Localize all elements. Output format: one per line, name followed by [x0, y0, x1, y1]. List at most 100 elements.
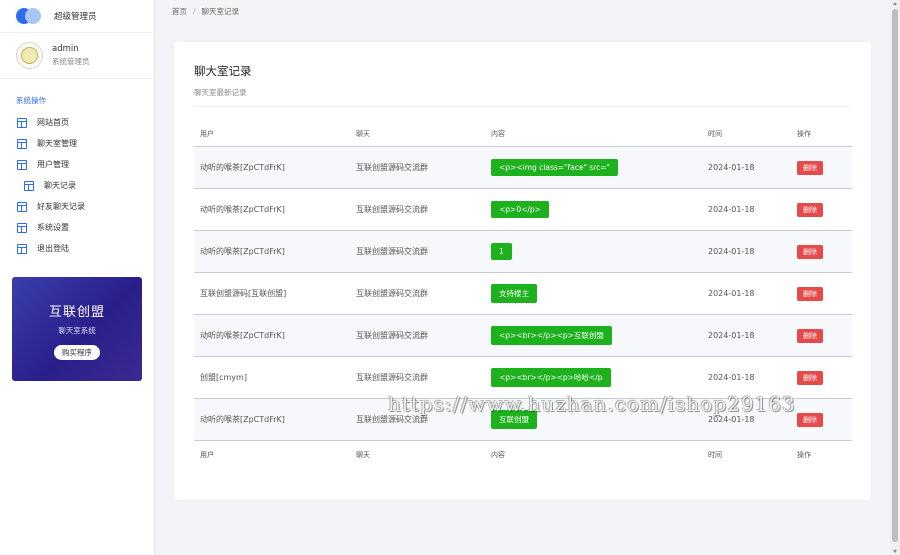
app-logo-icon [16, 8, 46, 24]
scroll-down-icon[interactable] [893, 550, 897, 553]
delete-button[interactable]: 删除 [797, 370, 823, 385]
footer-chat: 聊天 [356, 451, 370, 459]
sidebar-item[interactable]: 网站首页 [0, 112, 154, 133]
row-user-cell: 动听的喉茶[ZpCTdFrK] [200, 247, 285, 256]
footer-content: 内容 [491, 451, 505, 459]
user-profile: admin 系统管理员 [0, 33, 154, 79]
content-tag: <p><img class="face" src=" [491, 159, 618, 176]
row-user-cell: 动听的喉茶[ZpCTdFrK] [200, 415, 285, 424]
row-time-cell: 2024-01-18 [708, 247, 755, 256]
sidebar-item[interactable]: 用户管理 [0, 154, 154, 175]
content-tag: <p>0</p> [491, 201, 549, 218]
delete-button[interactable]: 删除 [797, 202, 823, 217]
user-role: 系统管理员 [52, 57, 90, 66]
page-scrollbar[interactable] [890, 0, 900, 555]
breadcrumb-current: 聊天室记录 [201, 7, 240, 16]
brand-header: 超级管理员 [0, 0, 154, 33]
row-time-cell: 2024-01-18 [708, 289, 755, 298]
row-delete-cell: 删除 [797, 286, 823, 301]
row-delete-cell: 删除 [797, 160, 823, 175]
layout-icon [17, 159, 27, 170]
buy-program-button[interactable]: 购买程序 [54, 345, 100, 360]
header-content: 内容 [491, 130, 505, 138]
delete-button[interactable]: 删除 [797, 286, 823, 301]
layout-icon [24, 180, 34, 191]
header-time: 时间 [708, 130, 722, 138]
row-chat-cell: 互联创盟源码交流群 [356, 163, 428, 172]
sidebar-item[interactable]: 聊天记录 [0, 175, 154, 196]
delete-button[interactable]: 删除 [797, 160, 823, 175]
layout-icon [17, 117, 27, 128]
sidebar-item-label: 聊天记录 [44, 181, 76, 190]
row-chat-cell: 互联创盟源码交流群 [356, 289, 428, 298]
row-time-cell: 2024-01-18 [708, 163, 755, 172]
content-tag: 支持楼主 [491, 284, 537, 303]
layout-icon [17, 138, 27, 149]
row-chat-cell: 互联创盟源码交流群 [356, 373, 428, 382]
table-row: 动听的喉茶[ZpCTdFrK] 互联创盟源码交流群 <p>0</p> 2024-01-… [194, 189, 852, 231]
sidebar-nav: 网站首页聊天室管理用户管理聊天记录好友聊天记录系统设置退出登陆 [0, 112, 154, 259]
table-footer: 用户 聊天 内容 时间 操作 [194, 441, 852, 469]
delete-button[interactable]: 删除 [797, 328, 823, 343]
sidebar-item-label: 聊天室管理 [37, 139, 77, 148]
sidebar-item[interactable]: 系统设置 [0, 217, 154, 238]
breadcrumb-home[interactable]: 首页 [172, 7, 187, 16]
row-time-cell: 2024-01-18 [708, 205, 755, 214]
sidebar-item-label: 退出登陆 [37, 244, 69, 253]
header-chat: 聊天 [356, 130, 370, 138]
scroll-thumb[interactable] [892, 9, 898, 542]
row-content-cell: 1 [491, 243, 512, 260]
layout-icon [17, 243, 27, 254]
row-user-cell: 动听的喉茶[ZpCTdFrK] [200, 205, 285, 214]
divider [194, 106, 851, 107]
sidebar-item[interactable]: 退出登陆 [0, 238, 154, 259]
row-user-cell: 动听的喉茶[ZpCTdFrK] [200, 163, 285, 172]
layout-icon [17, 222, 27, 233]
row-chat-cell: 互联创盟源码交流群 [356, 247, 428, 256]
row-content-cell: 支持楼主 [491, 284, 537, 303]
scroll-up-icon[interactable] [893, 2, 897, 5]
row-content-cell: <p><br></p><p>互联创盟 [491, 326, 612, 345]
sidebar-item-label: 用户管理 [37, 160, 69, 169]
watermark-text: https://www.huzhan.com/ishop29163 [388, 392, 796, 416]
table-header: 用户 聊天 内容 时间 操作 [194, 122, 852, 147]
page-title: 聊大室记录 [194, 64, 252, 78]
promo-title: 互联创盟 [48, 305, 105, 320]
row-delete-cell: 删除 [797, 370, 823, 385]
layout-icon [17, 201, 27, 212]
table-row: 互联创盟源码[互联创盟] 互联创盟源码交流群 支持楼主 2024-01-18 删除 [194, 273, 852, 315]
row-delete-cell: 删除 [797, 244, 823, 259]
table-row: 动听的喉茶[ZpCTdFrK] 互联创盟源码交流群 <p><img class="f… [194, 147, 852, 189]
nav-section-label: 系统操作 [16, 96, 46, 105]
row-time-cell: 2024-01-18 [708, 373, 755, 382]
breadcrumb: 首页 / 聊天室记录 [172, 6, 239, 17]
row-time-cell: 2024-01-18 [708, 331, 755, 340]
chat-records-table: 用户 聊天 内容 时间 操作 动听的喉茶[ZpCTdFrK] 互联创盟源码交流群 <… [194, 122, 852, 469]
brand-title: 超级管理员 [54, 12, 97, 22]
row-time-cell: 2024-01-18 [708, 415, 755, 424]
row-content-cell: <p>0</p> [491, 201, 549, 218]
user-name: admin [52, 44, 79, 54]
footer-time: 时间 [708, 451, 722, 459]
row-delete-cell: 删除 [797, 328, 823, 343]
chat-records-card: 聊大室记录 聊天室最新记录 用户 聊天 内容 时间 操作 动听的喉茶[ZpCTd… [174, 42, 871, 500]
row-chat-cell: 互联创盟源码交流群 [356, 205, 428, 214]
page-subtitle: 聊天室最新记录 [194, 88, 247, 97]
header-op: 操作 [797, 130, 811, 138]
footer-user: 用户 [200, 451, 214, 459]
promo-banner: 互联创盟 聊天室系统 购买程序 [12, 277, 142, 381]
breadcrumb-separator: / [193, 7, 196, 16]
table-row: 动听的喉茶[ZpCTdFrK] 互联创盟源码交流群 1 2024-01-18 删除 [194, 231, 852, 273]
delete-button[interactable]: 删除 [797, 244, 823, 259]
promo-subtitle: 聊天室系统 [58, 326, 96, 335]
content-tag: 1 [491, 243, 512, 260]
sidebar-item[interactable]: 聊天室管理 [0, 133, 154, 154]
table-row: 动听的喉茶[ZpCTdFrK] 互联创盟源码交流群 <p><br></p><p>互联… [194, 315, 852, 357]
delete-button[interactable]: 删除 [797, 412, 823, 427]
sidebar-item-label: 好友聊天记录 [37, 202, 85, 211]
footer-op: 操作 [797, 451, 811, 459]
sidebar-item[interactable]: 好友聊天记录 [0, 196, 154, 217]
row-content-cell: <p><img class="face" src=" [491, 159, 618, 176]
row-chat-cell: 互联创盟源码交流群 [356, 331, 428, 340]
avatar[interactable] [16, 42, 43, 69]
